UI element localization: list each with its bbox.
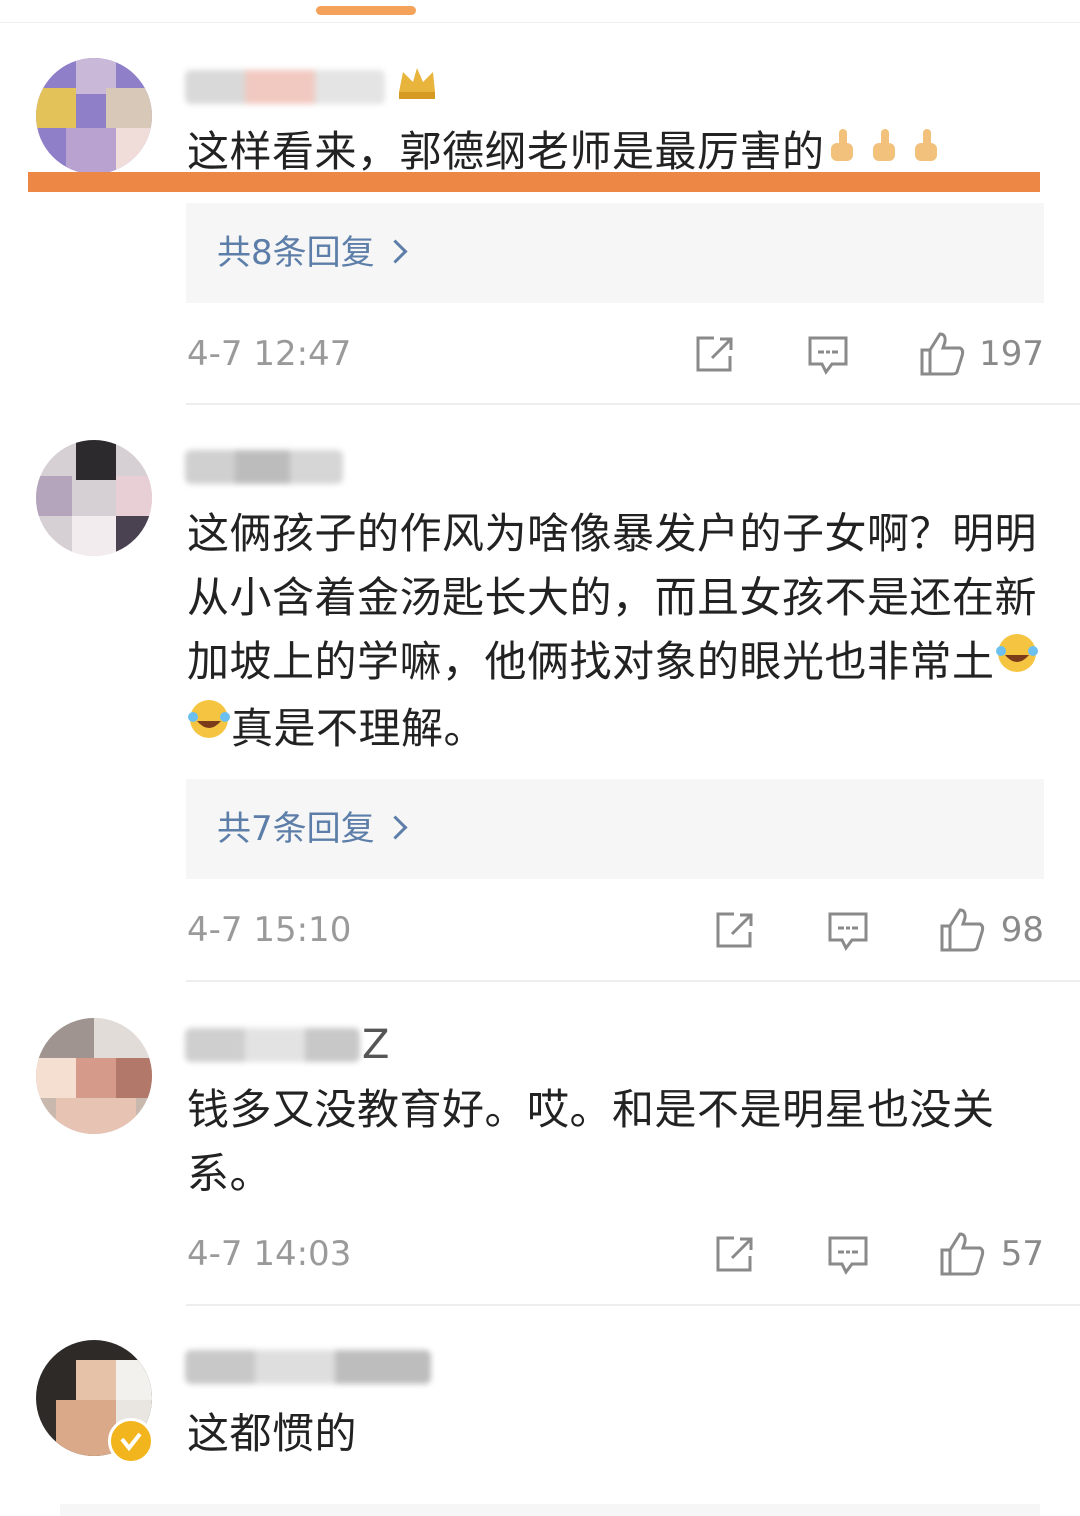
divider — [186, 1304, 1080, 1306]
avatar[interactable] — [36, 440, 152, 556]
laughing-crying-emoji — [187, 695, 231, 759]
like-count: 57 — [1000, 1234, 1044, 1274]
share-icon[interactable] — [712, 910, 756, 954]
view-replies-link[interactable]: 共8条回复 — [217, 203, 408, 303]
comment-text: 这俩孩子的作风为啥像暴发户的子女啊？明明从小含着金汤匙长大的，而且女孩不是还在新… — [187, 502, 1057, 763]
share-icon[interactable] — [712, 1234, 756, 1278]
comment-text: 钱多又没教育好。哎。和是不是明星也没关系。 — [187, 1085, 995, 1198]
timestamp: 4-7 14:03 — [187, 1234, 352, 1274]
share-icon[interactable] — [692, 334, 736, 378]
comment-icon[interactable] — [826, 1234, 870, 1280]
crown-badge-icon — [395, 62, 439, 106]
next-reply-box-edge — [60, 1504, 1040, 1516]
reply-box[interactable]: 共8条回复 — [186, 203, 1044, 303]
thumbs-up-emoji — [909, 119, 951, 183]
timestamp: 4-7 12:47 — [187, 334, 352, 374]
comment-text: 这样看来，郭德纲老师是最厉害的 — [187, 120, 1057, 187]
divider — [0, 22, 1080, 23]
thumbs-up-icon[interactable] — [918, 330, 966, 380]
thumbs-up-emoji — [867, 119, 909, 183]
verified-badge-icon — [108, 1418, 154, 1464]
like-count: 98 — [1000, 910, 1044, 950]
view-replies-link[interactable]: 共7条回复 — [217, 779, 408, 879]
comment-icon[interactable] — [826, 910, 870, 956]
timestamp: 4-7 15:10 — [187, 910, 352, 950]
chevron-right-icon — [383, 239, 408, 264]
username-blurred[interactable] — [185, 1028, 360, 1062]
divider — [186, 980, 1080, 982]
avatar[interactable] — [36, 58, 152, 174]
drag-handle[interactable] — [316, 6, 416, 15]
thumbs-up-icon[interactable] — [938, 906, 986, 956]
divider — [186, 403, 1080, 405]
username-visible-suffix[interactable]: Z — [362, 1022, 389, 1068]
username-blurred[interactable] — [185, 1350, 431, 1384]
comment-icon[interactable] — [806, 334, 850, 380]
thumbs-up-emoji — [825, 119, 867, 183]
chevron-right-icon — [383, 815, 408, 840]
laughing-crying-emoji — [995, 629, 1039, 693]
username-blurred[interactable] — [185, 450, 343, 484]
username-blurred[interactable] — [185, 70, 385, 104]
reply-box[interactable]: 共7条回复 — [186, 779, 1044, 879]
avatar[interactable] — [36, 1018, 152, 1134]
thumbs-up-icon[interactable] — [938, 1230, 986, 1280]
comment-text: 这都惯的 — [187, 1409, 358, 1458]
like-count: 197 — [979, 334, 1044, 374]
